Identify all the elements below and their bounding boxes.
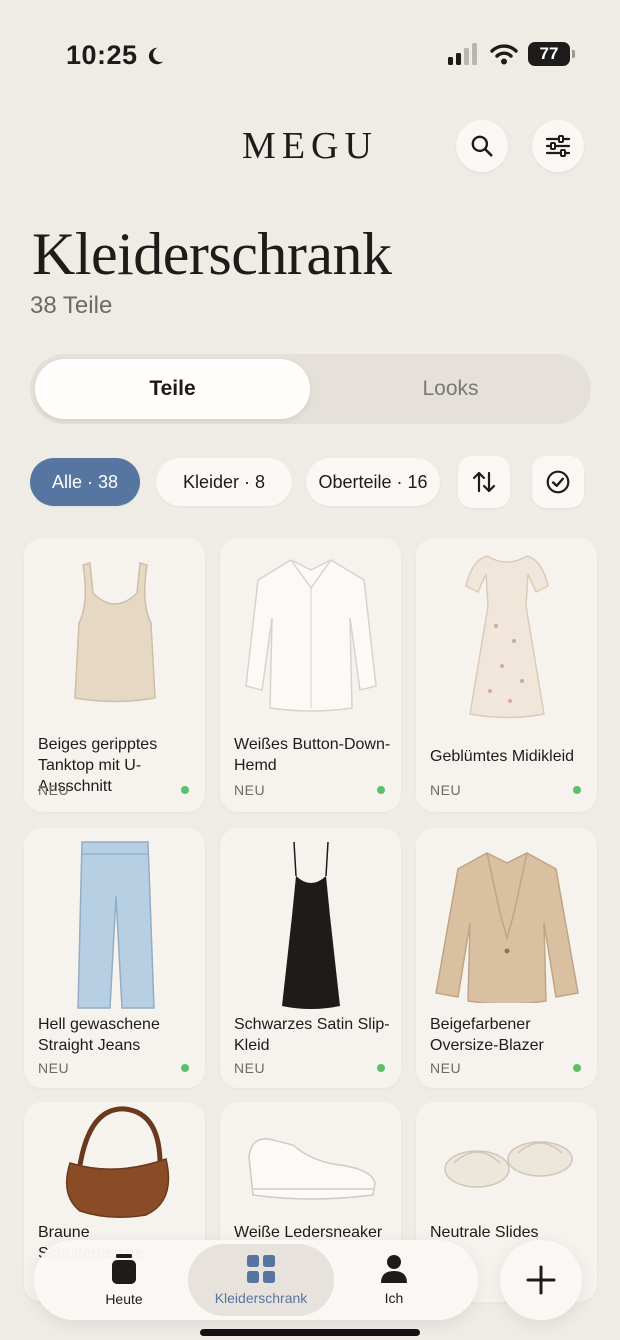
- item-name: Neutrale Slides: [430, 1224, 539, 1241]
- new-indicator: [181, 1064, 189, 1072]
- moon-icon: [148, 47, 163, 64]
- tab-teile[interactable]: Teile: [35, 359, 310, 419]
- signal-icon: [448, 43, 477, 65]
- item-name: Schwarzes Satin Slip-Kleid: [234, 1016, 390, 1054]
- item-card[interactable]: Weißes Button-Down-Hemd NEU: [220, 538, 401, 812]
- item-card[interactable]: Hell gewaschene Straight Jeans NEU: [24, 828, 205, 1088]
- item-tag: NEU: [234, 1060, 266, 1076]
- chip-dresses[interactable]: Kleider · 8: [156, 458, 292, 506]
- battery-level: 77: [539, 44, 559, 63]
- sliders-icon: [545, 135, 571, 157]
- jar-icon: [112, 1254, 136, 1284]
- status-time: 10:25: [66, 40, 138, 70]
- tank-top-icon: [73, 562, 156, 703]
- wifi-icon: [490, 44, 518, 65]
- slip-dress-icon: [281, 841, 340, 1009]
- item-count: 38 Teile: [30, 292, 113, 319]
- shoulder-bag-icon: [65, 1105, 169, 1218]
- nav-wardrobe-label: Kleiderschrank: [214, 1290, 308, 1306]
- sort-arrows-icon: [472, 471, 496, 493]
- shirt-icon: [244, 559, 377, 712]
- new-indicator: [181, 786, 189, 794]
- item-name: Geblümtes Midikleid: [430, 748, 575, 765]
- search-icon: [471, 135, 493, 157]
- search-button[interactable]: [456, 120, 508, 172]
- page-title: Kleiderschrank: [32, 221, 392, 287]
- tab-looks[interactable]: Looks: [313, 359, 588, 419]
- bottom-nav: Heute Kleiderschrank Ich: [34, 1240, 478, 1320]
- item-tag: NEU: [38, 782, 70, 798]
- item-name: Weißes Button-Down-Hemd: [234, 736, 391, 774]
- dress-icon: [464, 554, 549, 718]
- item-tag: NEU: [430, 1060, 462, 1076]
- check-circle-icon: [546, 470, 570, 494]
- new-indicator: [377, 786, 385, 794]
- status-bar: 10:25 77: [0, 0, 620, 110]
- new-indicator: [573, 1064, 581, 1072]
- battery-icon: 77: [528, 42, 575, 66]
- brand-logo: MEGU: [242, 125, 378, 167]
- filter-button[interactable]: [532, 120, 584, 172]
- item-tag: NEU: [430, 782, 462, 798]
- add-button[interactable]: [500, 1240, 582, 1320]
- item-card[interactable]: Beigefarbener Oversize-Blazer NEU: [416, 828, 597, 1088]
- new-indicator: [573, 786, 581, 794]
- item-tag: NEU: [38, 1060, 70, 1076]
- item-tag: NEU: [234, 782, 266, 798]
- nav-me[interactable]: Ich: [340, 1244, 448, 1316]
- item-name: Hell gewaschene Straight Jeans: [38, 1016, 160, 1054]
- person-icon: [381, 1255, 407, 1283]
- plus-icon: [526, 1265, 556, 1295]
- item-name: Beigefarbener Oversize-Blazer: [430, 1016, 544, 1054]
- slides-icon: [443, 1141, 573, 1188]
- jeans-icon: [76, 840, 155, 1009]
- blazer-icon: [434, 852, 579, 1003]
- chip-all[interactable]: Alle · 38: [30, 458, 140, 506]
- nav-today[interactable]: Heute: [66, 1244, 182, 1316]
- chip-tops[interactable]: Oberteile · 16: [306, 458, 440, 506]
- item-card[interactable]: Schwarzes Satin Slip-Kleid NEU: [220, 828, 401, 1088]
- item-card[interactable]: Beiges geripptes Tanktop mit U-Ausschnit…: [24, 538, 205, 812]
- grid-icon: [247, 1255, 275, 1283]
- segmented-control: Teile Looks: [30, 354, 591, 424]
- sneaker-icon: [247, 1138, 376, 1200]
- home-indicator: [200, 1329, 420, 1336]
- nav-wardrobe[interactable]: Kleiderschrank: [188, 1244, 334, 1316]
- nav-me-label: Ich: [384, 1290, 404, 1306]
- sort-button[interactable]: [458, 456, 510, 508]
- new-indicator: [377, 1064, 385, 1072]
- nav-today-label: Heute: [105, 1291, 143, 1307]
- item-card[interactable]: Geblümtes Midikleid NEU: [416, 538, 597, 812]
- select-button[interactable]: [532, 456, 584, 508]
